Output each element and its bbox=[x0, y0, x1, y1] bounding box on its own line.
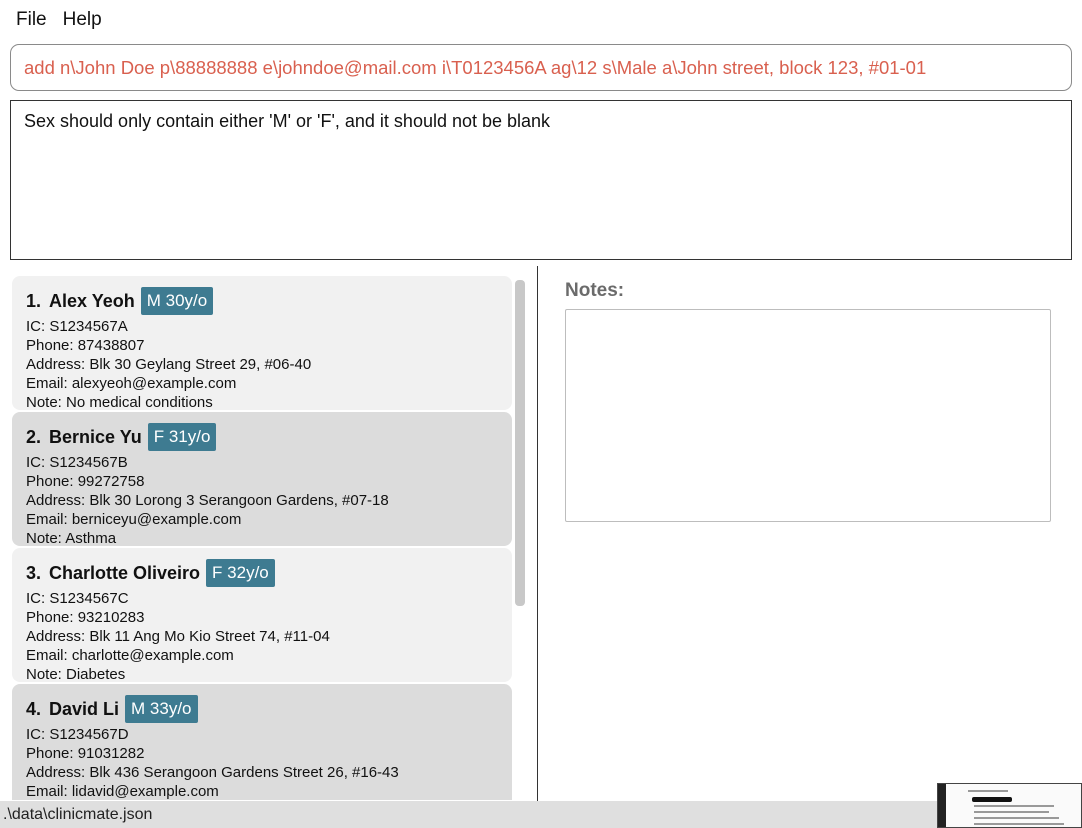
person-index: 2. bbox=[26, 426, 42, 447]
result-display: Sex should only contain either 'M' or 'F… bbox=[10, 100, 1072, 260]
screenshot-thumbnail[interactable] bbox=[937, 783, 1082, 828]
person-note: Note: Diabetes bbox=[26, 666, 126, 683]
person-email: Email: charlotte@example.com bbox=[26, 647, 234, 664]
person-ic: IC: S1234567C bbox=[26, 590, 129, 607]
person-note: Note: Asthma bbox=[26, 530, 117, 547]
command-input[interactable] bbox=[24, 56, 1071, 79]
person-phone: Phone: 87438807 bbox=[26, 337, 145, 354]
person-name: Bernice Yu bbox=[49, 426, 142, 447]
thumbnail-line bbox=[968, 790, 1008, 792]
notes-label: Notes: bbox=[565, 280, 625, 301]
person-email: Email: berniceyu@example.com bbox=[26, 511, 242, 528]
person-ic: IC: S1234567A bbox=[26, 318, 128, 335]
sex-age-badge: M 30y/o bbox=[140, 287, 214, 315]
person-note: Note: No medical conditions bbox=[26, 394, 213, 411]
thumbnail-line bbox=[974, 823, 1064, 825]
menu-file[interactable]: File bbox=[8, 9, 55, 31]
command-box bbox=[10, 44, 1072, 91]
person-address: Address: Blk 30 Geylang Street 29, #06-4… bbox=[26, 356, 312, 373]
list-scrollbar[interactable] bbox=[515, 280, 525, 606]
person-list: 1. Alex Yeoh M 30y/o IC: S1234567A Phone… bbox=[10, 270, 528, 800]
split-divider[interactable] bbox=[537, 266, 538, 801]
sex-age-badge: M 33y/o bbox=[125, 695, 198, 723]
person-phone: Phone: 99272758 bbox=[26, 473, 145, 490]
person-ic: IC: S1234567D bbox=[26, 726, 129, 743]
person-address: Address: Blk 436 Serangoon Gardens Stree… bbox=[26, 764, 399, 781]
person-ic: IC: S1234567B bbox=[26, 454, 128, 471]
person-card-header: 1. Alex Yeoh M 30y/o bbox=[26, 286, 512, 316]
person-name: David Li bbox=[49, 698, 120, 719]
thumbnail-highlight bbox=[972, 797, 1012, 802]
thumbnail-line bbox=[974, 811, 1049, 813]
sex-age-badge: F 32y/o bbox=[206, 559, 275, 587]
person-email: Email: alexyeoh@example.com bbox=[26, 375, 237, 392]
person-name: Alex Yeoh bbox=[49, 290, 135, 311]
data-file-path: .\data\clinicmate.json bbox=[3, 805, 153, 823]
person-name: Charlotte Oliveiro bbox=[49, 562, 201, 583]
person-address: Address: Blk 11 Ang Mo Kio Street 74, #1… bbox=[26, 628, 330, 645]
person-card-header: 4. David Li M 33y/o bbox=[26, 694, 512, 724]
person-card[interactable]: 2. Bernice Yu F 31y/o IC: S1234567B Phon… bbox=[12, 412, 512, 547]
menu-bar: File Help bbox=[0, 0, 1082, 40]
thumbnail-line bbox=[974, 817, 1059, 819]
person-card[interactable]: 4. David Li M 33y/o IC: S1234567D Phone:… bbox=[12, 684, 512, 800]
menu-help[interactable]: Help bbox=[55, 9, 110, 31]
person-card[interactable]: 3. Charlotte Oliveiro F 32y/o IC: S12345… bbox=[12, 548, 512, 683]
person-card-header: 2. Bernice Yu F 31y/o bbox=[26, 422, 512, 452]
sex-age-badge: F 31y/o bbox=[147, 423, 217, 451]
thumbnail-line bbox=[974, 805, 1054, 807]
person-index: 4. bbox=[26, 698, 42, 719]
person-phone: Phone: 93210283 bbox=[26, 609, 145, 626]
notes-textarea[interactable] bbox=[565, 309, 1051, 522]
thumbnail-edge bbox=[938, 784, 946, 827]
result-message: Sex should only contain either 'M' or 'F… bbox=[24, 111, 551, 131]
person-card[interactable]: 1. Alex Yeoh M 30y/o IC: S1234567A Phone… bbox=[12, 276, 512, 411]
person-index: 3. bbox=[26, 562, 42, 583]
person-phone: Phone: 91031282 bbox=[26, 745, 145, 762]
status-bar: .\data\clinicmate.json bbox=[0, 801, 1082, 828]
person-index: 1. bbox=[26, 290, 42, 311]
person-address: Address: Blk 30 Lorong 3 Serangoon Garde… bbox=[26, 492, 389, 509]
person-email: Email: lidavid@example.com bbox=[26, 783, 219, 800]
person-card-header: 3. Charlotte Oliveiro F 32y/o bbox=[26, 558, 512, 588]
